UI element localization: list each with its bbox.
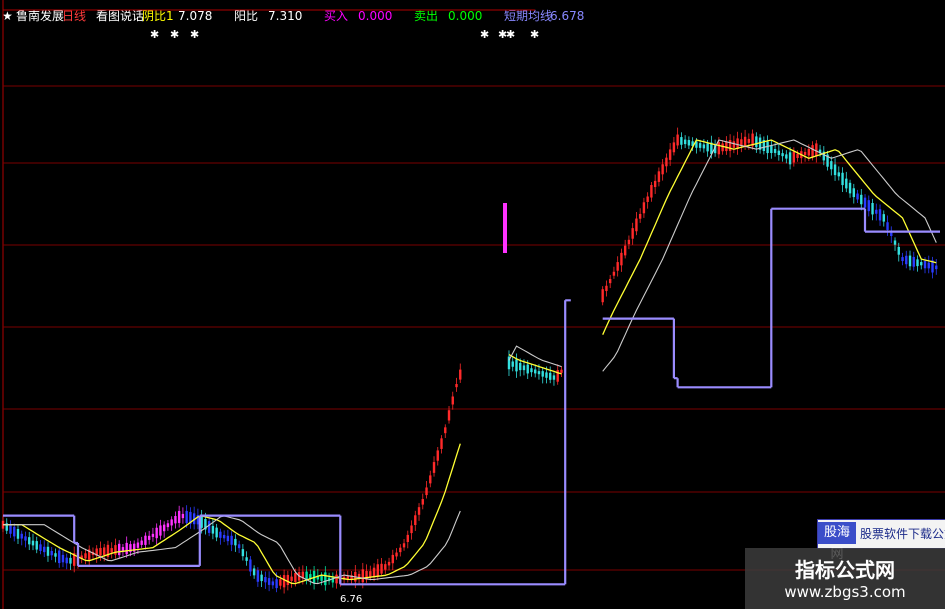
ma-slow-line bbox=[3, 139, 937, 585]
watermark-title: 指标公式网 bbox=[795, 558, 895, 582]
header-marker-star: ✱ bbox=[480, 28, 489, 41]
header-marker-star: ✱ bbox=[190, 28, 199, 41]
header-marker-star: ✱ bbox=[530, 28, 539, 41]
support-step-line bbox=[3, 207, 940, 586]
candle-body bbox=[503, 203, 507, 253]
header-marker-star: ✱ bbox=[506, 28, 515, 41]
header-marker-star: ✱ bbox=[150, 28, 159, 41]
low-price-label: 6.76 bbox=[340, 594, 363, 605]
header-marker-star: ✱ bbox=[170, 28, 179, 41]
watermark: 指标公式网 www.zbgs3.com bbox=[745, 548, 945, 609]
logo-left-text: 股海网 bbox=[818, 522, 856, 562]
site-logo: 股海网 股票软件下载公式 bbox=[817, 519, 945, 562]
ma-fast-line bbox=[3, 139, 937, 585]
logo-right-text: 股票软件下载公式 bbox=[860, 527, 945, 541]
kline-chart[interactable]: ✱ ✱ ✱ ✱ ✱✱ ✱ bbox=[0, 0, 945, 609]
watermark-url: www.zbgs3.com bbox=[784, 583, 906, 601]
